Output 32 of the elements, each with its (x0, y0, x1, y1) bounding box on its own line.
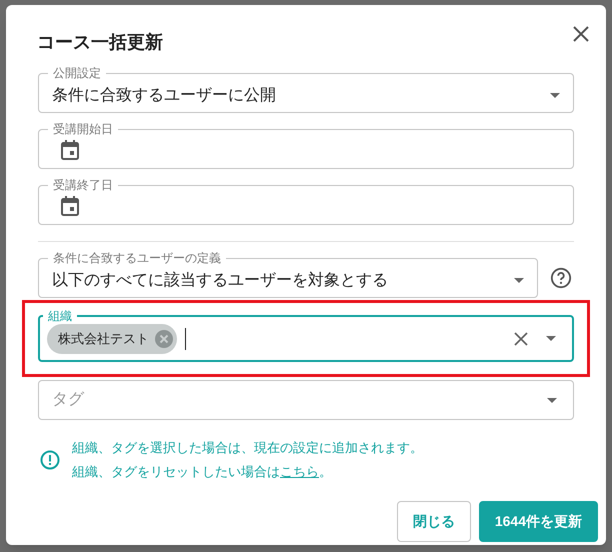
reset-link[interactable]: こちら (280, 464, 319, 479)
field-label: 公開設定 (52, 66, 102, 80)
field-label: 受講終了日 (52, 178, 114, 192)
clear-icon[interactable] (514, 332, 528, 346)
field-label: 条件に合致するユーザーの定義 (52, 251, 222, 265)
close-button[interactable]: 閉じる (396, 501, 471, 542)
close-icon[interactable] (573, 26, 589, 42)
autocomplete-field[interactable]: 組織 株式会社テスト (38, 309, 574, 362)
dialog-title: コース一括更新 (37, 31, 164, 54)
select-value: 条件に合致するユーザーに公開 (52, 86, 277, 106)
select-field[interactable]: 条件に合致するユーザーの定義 以下のすべてに該当するユーザーを対象とする (38, 251, 538, 298)
update-button[interactable]: 1644件を更新 (478, 501, 598, 542)
field-label: 組織 (47, 309, 73, 323)
tag-input[interactable]: タグ (46, 388, 541, 412)
dropdown-caret-icon[interactable] (514, 278, 524, 283)
calendar-icon[interactable] (61, 196, 79, 216)
field-label: 受講開始日 (52, 122, 114, 136)
select-value: 以下のすべてに該当するユーザーを対象とする (52, 270, 389, 290)
calendar-icon[interactable] (61, 140, 79, 160)
info-icon (40, 450, 60, 470)
dropdown-caret-icon[interactable] (546, 336, 556, 341)
date-field[interactable]: 受講開始日 (38, 122, 574, 169)
autocomplete-field[interactable]: タグ (38, 380, 574, 420)
dropdown-caret-icon[interactable] (550, 93, 560, 98)
select-field[interactable]: 公開設定 条件に合致するユーザーに公開 (38, 66, 574, 113)
dropdown-caret-icon[interactable] (547, 398, 557, 402)
text-cursor (185, 328, 186, 350)
notice-text: 組織、タグをリセットしたい場合はこちら。 (72, 463, 333, 481)
help-icon[interactable] (550, 267, 572, 289)
notice-text: 組織、タグを選択した場合は、現在の設定に追加されます。 (72, 439, 423, 457)
chip[interactable]: 株式会社テスト (47, 324, 177, 354)
date-field[interactable]: 受講終了日 (38, 178, 574, 225)
